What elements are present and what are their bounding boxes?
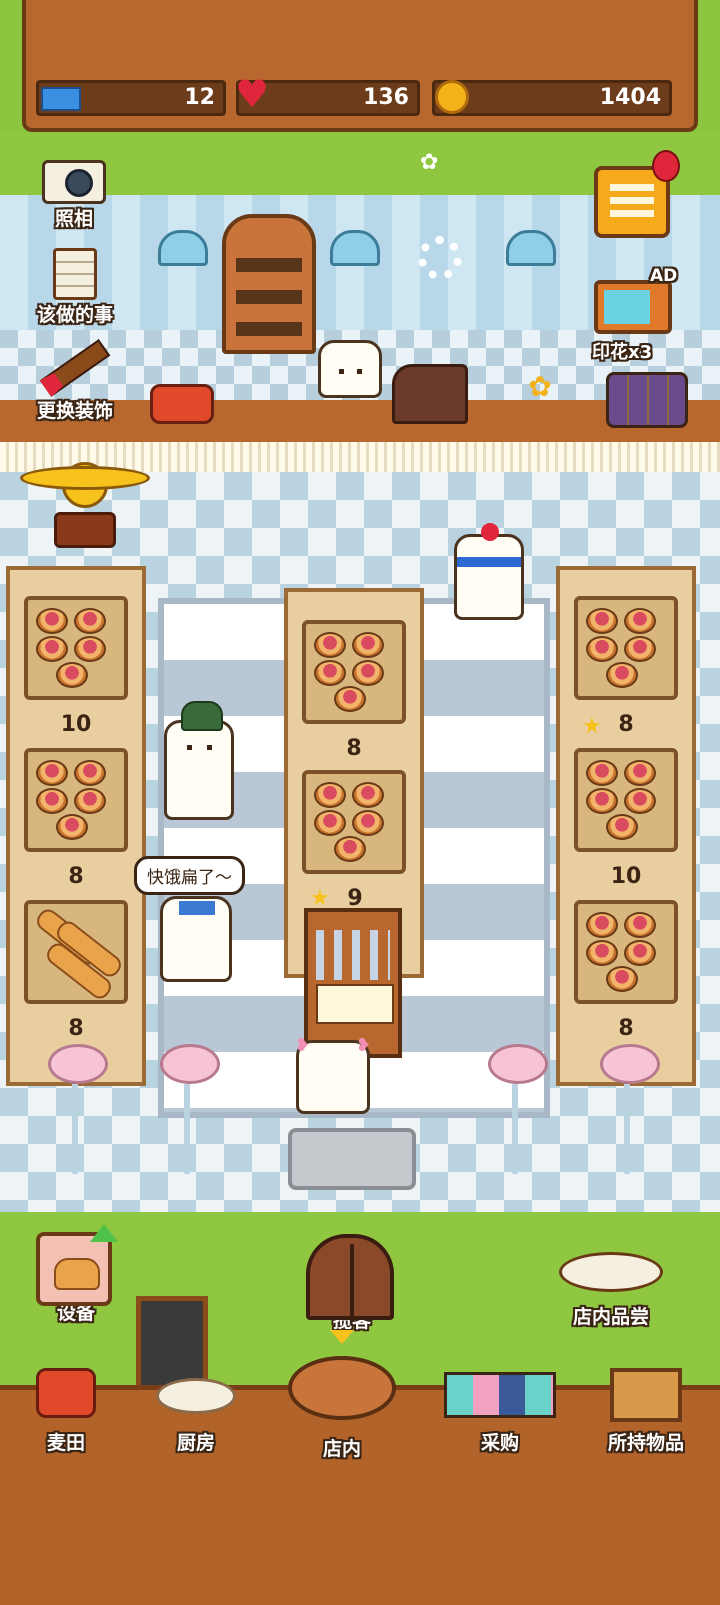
todo-button[interactable]: 该做的事 bbox=[22, 248, 128, 328]
bread-tray[interactable] bbox=[574, 596, 678, 700]
selected-indicator-icon bbox=[330, 1330, 354, 1344]
nav-items[interactable]: 所持物品 bbox=[590, 1368, 702, 1472]
nav-field[interactable]: 麦田 bbox=[16, 1368, 116, 1472]
cash-register-icon bbox=[392, 364, 468, 424]
stock-count: 8 bbox=[618, 1016, 634, 1041]
ticket-count: 12 bbox=[184, 85, 215, 110]
lamp-icon bbox=[158, 230, 208, 266]
nav-items-label: 所持物品 bbox=[607, 1432, 684, 1454]
customer-cat[interactable] bbox=[454, 523, 524, 620]
customer-cat[interactable] bbox=[164, 701, 234, 820]
heart-counter: ♥ 136 bbox=[235, 75, 420, 116]
upgrade-arrow-icon bbox=[90, 1224, 118, 1242]
stock-count: 8 bbox=[618, 712, 634, 737]
nav-kitchen-label: 厨房 bbox=[176, 1432, 215, 1454]
bread-tray[interactable] bbox=[574, 748, 678, 852]
shopkeeper-cat bbox=[318, 340, 382, 398]
speech-bubble: 快饿扁了～ bbox=[134, 856, 245, 895]
bread-tray[interactable] bbox=[302, 620, 406, 724]
bread-icon bbox=[36, 1232, 112, 1306]
muffin-tray-icon bbox=[606, 372, 688, 428]
stock-count: 10 bbox=[60, 712, 92, 737]
rolling-pin-icon bbox=[156, 1378, 236, 1414]
balloon-icon bbox=[652, 150, 680, 182]
customer-cat[interactable] bbox=[160, 896, 232, 982]
photo-label: 照相 bbox=[54, 208, 93, 230]
tv-icon bbox=[594, 280, 672, 334]
flower-vase-icon: ✿ bbox=[528, 370, 552, 403]
box-icon bbox=[610, 1368, 682, 1422]
wreath-icon bbox=[418, 236, 462, 280]
nav-store-label: 店内 bbox=[322, 1438, 361, 1460]
lamp-icon bbox=[506, 230, 556, 266]
bread-basket-icon bbox=[288, 1356, 396, 1420]
attract-customers-button[interactable]: 揽客 bbox=[306, 1234, 398, 1344]
bread-tray[interactable] bbox=[24, 596, 128, 700]
telephone-icon bbox=[150, 384, 214, 424]
stool-icon bbox=[600, 1044, 660, 1174]
stock-count: 10 bbox=[610, 864, 642, 889]
trophy-icon[interactable] bbox=[20, 456, 150, 548]
camera-icon bbox=[42, 160, 106, 204]
heart-icon: ♥ bbox=[235, 72, 270, 116]
flower-icon: ✿ bbox=[420, 150, 439, 175]
nav-field-label: 麦田 bbox=[46, 1432, 85, 1454]
wheat-icon bbox=[36, 1368, 96, 1418]
photo-button[interactable]: 照相 bbox=[38, 158, 110, 238]
bread-rack bbox=[222, 214, 316, 354]
stock-count: 8 bbox=[346, 736, 362, 761]
stool-icon bbox=[160, 1044, 220, 1174]
decorate-button[interactable]: 更换装饰 bbox=[22, 339, 128, 422]
stamp-label: 印花x3 bbox=[592, 342, 653, 363]
heart-count: 136 bbox=[363, 85, 409, 110]
nav-store[interactable]: 店内 bbox=[284, 1350, 400, 1472]
tasting-button[interactable]: 店内品尝 bbox=[552, 1238, 670, 1334]
clipboard-icon bbox=[53, 248, 97, 300]
utensil-stand[interactable] bbox=[304, 908, 402, 1058]
ticket-icon bbox=[41, 87, 81, 111]
shop-street-icon bbox=[444, 1372, 556, 1418]
bread-tray[interactable] bbox=[24, 748, 128, 852]
menu-lines-icon bbox=[610, 184, 654, 218]
door-icon bbox=[306, 1234, 394, 1320]
stool-icon bbox=[488, 1044, 548, 1174]
coin-icon bbox=[435, 80, 469, 114]
baguette-tray[interactable] bbox=[24, 900, 128, 1004]
ad-badge: AD bbox=[650, 266, 678, 286]
ticket-counter: 12 bbox=[36, 80, 226, 116]
stock-count: 8 bbox=[68, 864, 84, 889]
stamp-ad-button[interactable]: AD 印花x3 bbox=[590, 262, 686, 363]
stool-icon bbox=[48, 1044, 108, 1174]
door-mat bbox=[288, 1128, 416, 1190]
lamp-icon bbox=[330, 230, 380, 266]
nav-shopping[interactable]: 采购 bbox=[436, 1368, 564, 1472]
nav-kitchen[interactable]: 厨房 bbox=[146, 1368, 246, 1472]
customer-cat[interactable]: ❥ ❥ bbox=[295, 1035, 371, 1114]
paintbrush-icon bbox=[39, 339, 111, 397]
tasting-label: 店内品尝 bbox=[572, 1306, 649, 1328]
decorate-label: 更换装饰 bbox=[36, 400, 113, 422]
nav-shopping-label: 采购 bbox=[480, 1432, 519, 1454]
coin-count: 1404 bbox=[599, 85, 661, 110]
todo-label: 该做的事 bbox=[36, 304, 113, 326]
coin-counter: 1404 bbox=[432, 80, 672, 116]
tea-tray-icon bbox=[559, 1252, 663, 1292]
stock-count: 8 bbox=[68, 1016, 84, 1041]
bread-tray[interactable] bbox=[302, 770, 406, 874]
equipment-button[interactable]: 设备 bbox=[36, 1232, 116, 1328]
star-icon: ★ bbox=[582, 714, 602, 739]
bread-tray[interactable] bbox=[574, 900, 678, 1004]
